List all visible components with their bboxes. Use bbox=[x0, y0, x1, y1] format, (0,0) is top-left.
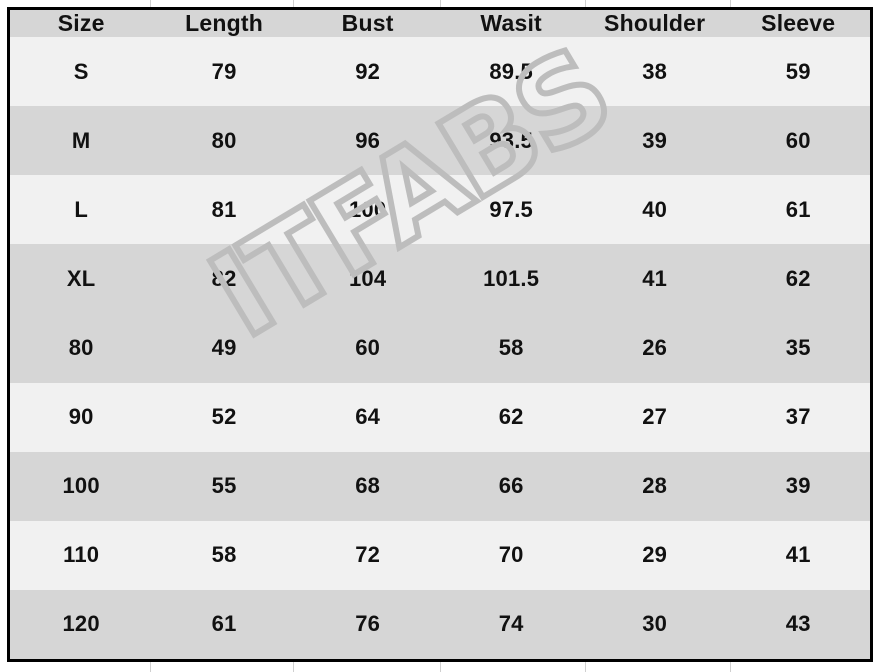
table-cell: 60 bbox=[355, 334, 381, 360]
table-cell: 49 bbox=[211, 334, 237, 360]
table-cell: 28 bbox=[642, 473, 668, 499]
column-header-shoulder: Shoulder bbox=[604, 10, 706, 36]
table-cell: 104 bbox=[348, 265, 387, 291]
table-cell: 38 bbox=[642, 58, 668, 84]
column-header-wasit: Wasit bbox=[480, 10, 542, 36]
table-cell: 62 bbox=[498, 404, 524, 430]
table-cell: 80 bbox=[68, 334, 94, 360]
table-row: S 79 92 89.5 38 59 bbox=[10, 37, 870, 107]
table-cell: 61 bbox=[211, 611, 237, 637]
table-cell: 59 bbox=[785, 58, 811, 84]
table-cell: 30 bbox=[642, 611, 668, 637]
table-cell: 58 bbox=[498, 334, 524, 360]
table-cell: 41 bbox=[785, 542, 811, 568]
table-row: M 80 96 93.5 39 60 bbox=[10, 106, 870, 176]
table-cell: 101.5 bbox=[483, 265, 540, 291]
table-cell: 97.5 bbox=[489, 196, 533, 222]
column-header-sleeve: Sleeve bbox=[761, 10, 836, 36]
table-cell: 89.5 bbox=[489, 58, 533, 84]
table-cell: 79 bbox=[211, 58, 237, 84]
table-cell: 96 bbox=[355, 127, 381, 153]
column-header-bust: Bust bbox=[341, 10, 394, 36]
table-cell: 72 bbox=[355, 542, 381, 568]
table-cell: 80 bbox=[211, 127, 237, 153]
size-chart-table: Size Length Bust Wasit Shoulder Sleeve S… bbox=[7, 7, 873, 662]
table-cell: S bbox=[73, 58, 89, 84]
table-cell: 120 bbox=[62, 611, 100, 637]
table-cell: 110 bbox=[63, 542, 100, 568]
measurements-table: Size Length Bust Wasit Shoulder Sleeve S… bbox=[10, 10, 870, 659]
column-header-size: Size bbox=[57, 10, 105, 36]
table-cell: 60 bbox=[785, 127, 811, 153]
table-cell: 39 bbox=[642, 127, 668, 153]
table-cell: 43 bbox=[785, 611, 811, 637]
table-header: Size Length Bust Wasit Shoulder Sleeve bbox=[10, 10, 870, 37]
table-cell: 62 bbox=[785, 265, 811, 291]
table-cell: 76 bbox=[355, 611, 381, 637]
table-cell: 29 bbox=[642, 542, 668, 568]
table-cell: 92 bbox=[355, 58, 381, 84]
table-cell: 35 bbox=[785, 334, 811, 360]
table-cell: 40 bbox=[642, 196, 668, 222]
table-cell: 74 bbox=[498, 611, 524, 637]
table-cell: 82 bbox=[211, 265, 237, 291]
table-cell: 64 bbox=[355, 404, 381, 430]
header-row: Size Length Bust Wasit Shoulder Sleeve bbox=[10, 10, 870, 37]
table-row: L 81 100 97.5 40 61 bbox=[10, 175, 870, 245]
table-cell: 41 bbox=[642, 265, 668, 291]
table-row: 110 58 72 70 29 41 bbox=[10, 520, 870, 590]
table-cell: 70 bbox=[498, 542, 524, 568]
column-header-length: Length bbox=[185, 10, 264, 36]
table-cell: 100 bbox=[62, 473, 100, 499]
table-cell: 27 bbox=[642, 404, 668, 430]
table-row: 100 55 68 66 28 39 bbox=[10, 451, 870, 521]
table-cell: M bbox=[71, 127, 91, 153]
table-cell: 61 bbox=[785, 196, 811, 222]
table-cell: 52 bbox=[211, 404, 237, 430]
table-body: S 79 92 89.5 38 59 M 80 96 93.5 39 60 L 81 100 97.5 40 61… bbox=[10, 37, 870, 659]
table-cell: 93.5 bbox=[489, 127, 533, 153]
table-row: 90 52 64 62 27 37 bbox=[10, 382, 870, 452]
table-cell: 58 bbox=[211, 542, 237, 568]
table-cell: 26 bbox=[642, 334, 668, 360]
table-cell: 66 bbox=[498, 473, 524, 499]
table-cell: L bbox=[74, 196, 88, 222]
table-cell: XL bbox=[66, 265, 96, 291]
table-row: 80 49 60 58 26 35 bbox=[10, 313, 870, 383]
table-cell: 68 bbox=[355, 473, 381, 499]
table-cell: 100 bbox=[348, 196, 387, 222]
table-row: XL 82 104 101.5 41 62 bbox=[10, 244, 870, 314]
table-row: 120 61 76 74 30 43 bbox=[10, 589, 870, 659]
table-cell: 81 bbox=[211, 196, 237, 222]
table-cell: 39 bbox=[785, 473, 811, 499]
table-cell: 37 bbox=[785, 404, 811, 430]
table-cell: 90 bbox=[68, 404, 94, 430]
table-cell: 55 bbox=[211, 473, 237, 499]
